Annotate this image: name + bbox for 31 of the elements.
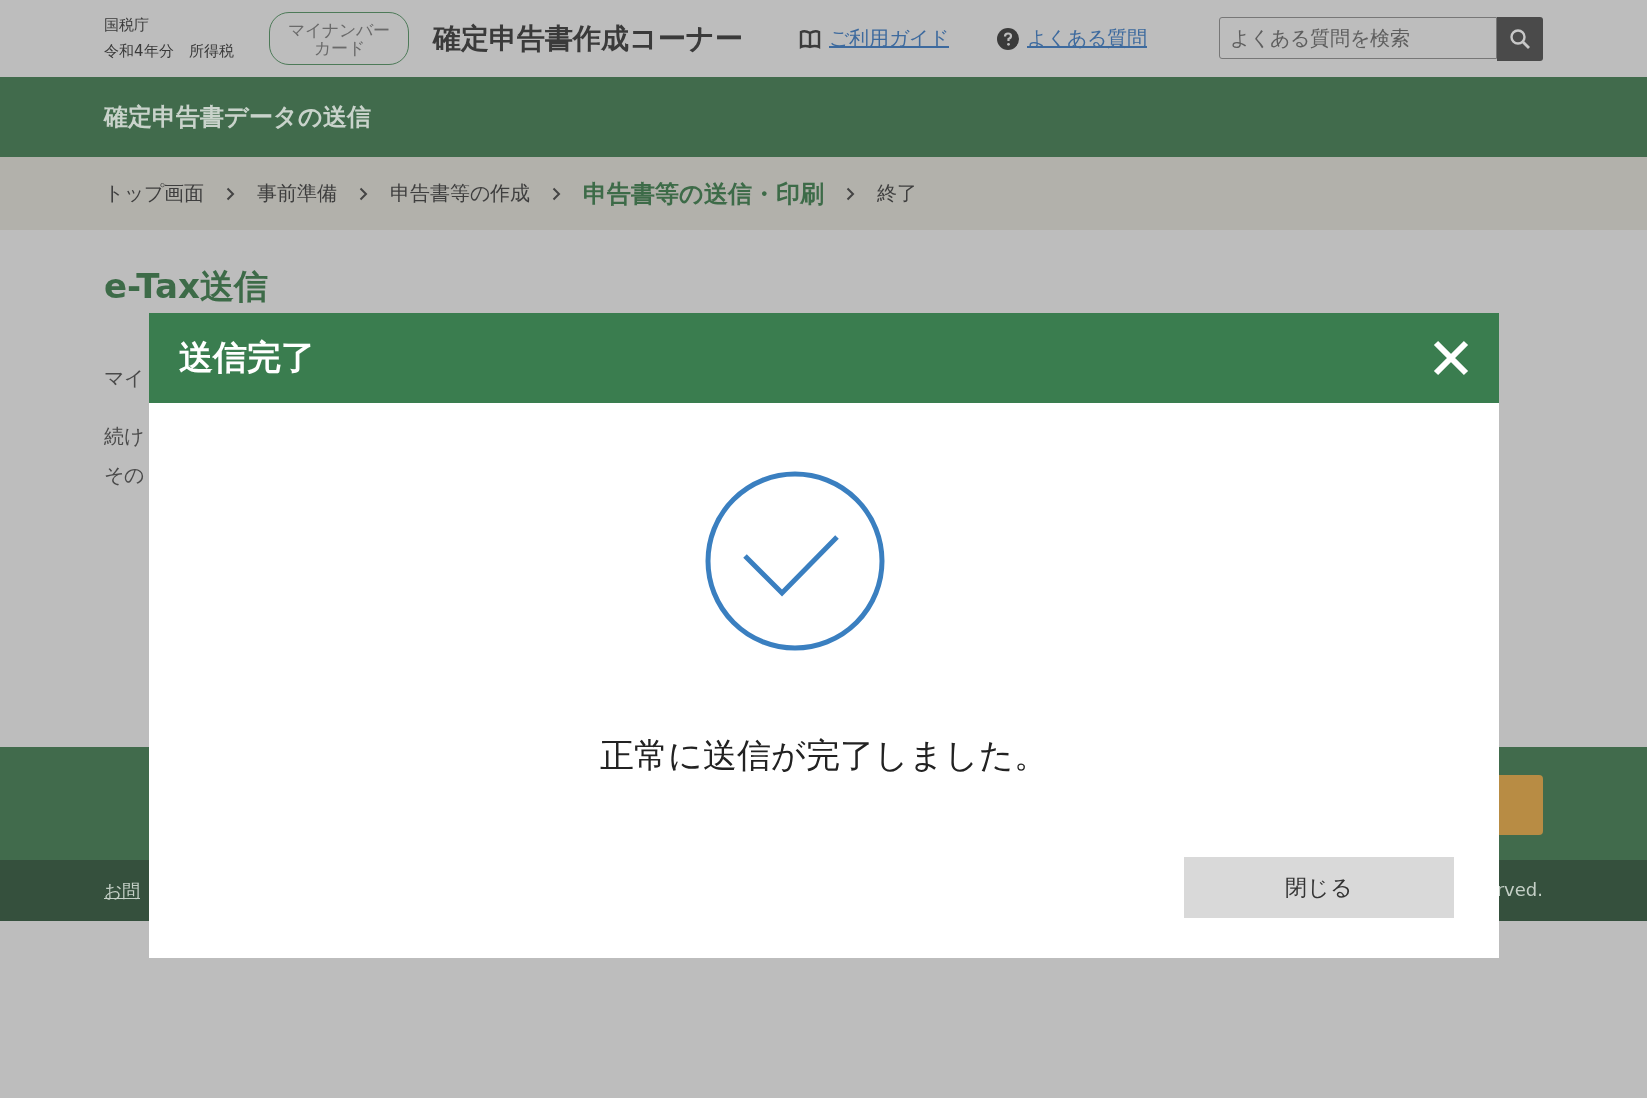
header-link[interactable]: ご利用ガイド bbox=[829, 25, 949, 52]
section-heading: e-Tax送信 bbox=[104, 266, 268, 306]
breadcrumb-item: 事前準備 bbox=[257, 180, 337, 207]
breadcrumb-item: 終了 bbox=[877, 180, 917, 207]
paragraph-text: その bbox=[104, 462, 144, 489]
site-title: 確定申告書作成コーナー bbox=[433, 20, 743, 57]
chevron-icon bbox=[226, 186, 235, 201]
agency-name: 国税庁 bbox=[104, 16, 150, 35]
success-message: 正常に送信が完了しました。 bbox=[600, 734, 1048, 777]
breadcrumb-item: トップ画面 bbox=[104, 180, 204, 207]
chevron-icon bbox=[359, 186, 368, 201]
page-title: 確定申告書データの送信 bbox=[104, 103, 371, 131]
success-check-icon bbox=[705, 471, 885, 651]
header-link[interactable]: よくある質問 bbox=[1027, 25, 1147, 52]
chevron-icon bbox=[846, 186, 855, 201]
search-field[interactable]: よくある質問を検索 bbox=[1219, 16, 1497, 59]
close-button[interactable]: 閉じる bbox=[1184, 857, 1454, 918]
breadcrumb-item: 申告書等の送信・印刷 bbox=[583, 178, 824, 210]
mynumber-card-button[interactable]: マイナンバー カード bbox=[269, 12, 409, 65]
tax-year: 令和4年分 所得税 bbox=[104, 42, 235, 61]
help-icon bbox=[997, 27, 1019, 50]
paragraph-text: 続け bbox=[104, 423, 144, 450]
close-icon[interactable] bbox=[1433, 340, 1469, 376]
footer-link[interactable]: お問 bbox=[104, 878, 140, 903]
book-icon bbox=[799, 28, 821, 49]
breadcrumb-item: 申告書等の作成 bbox=[390, 180, 530, 207]
paragraph-text: マイ bbox=[104, 365, 144, 392]
chevron-icon bbox=[552, 186, 561, 201]
search-icon bbox=[1509, 27, 1531, 50]
search-button[interactable] bbox=[1497, 16, 1543, 61]
dialog-title: 送信完了 bbox=[179, 336, 315, 379]
